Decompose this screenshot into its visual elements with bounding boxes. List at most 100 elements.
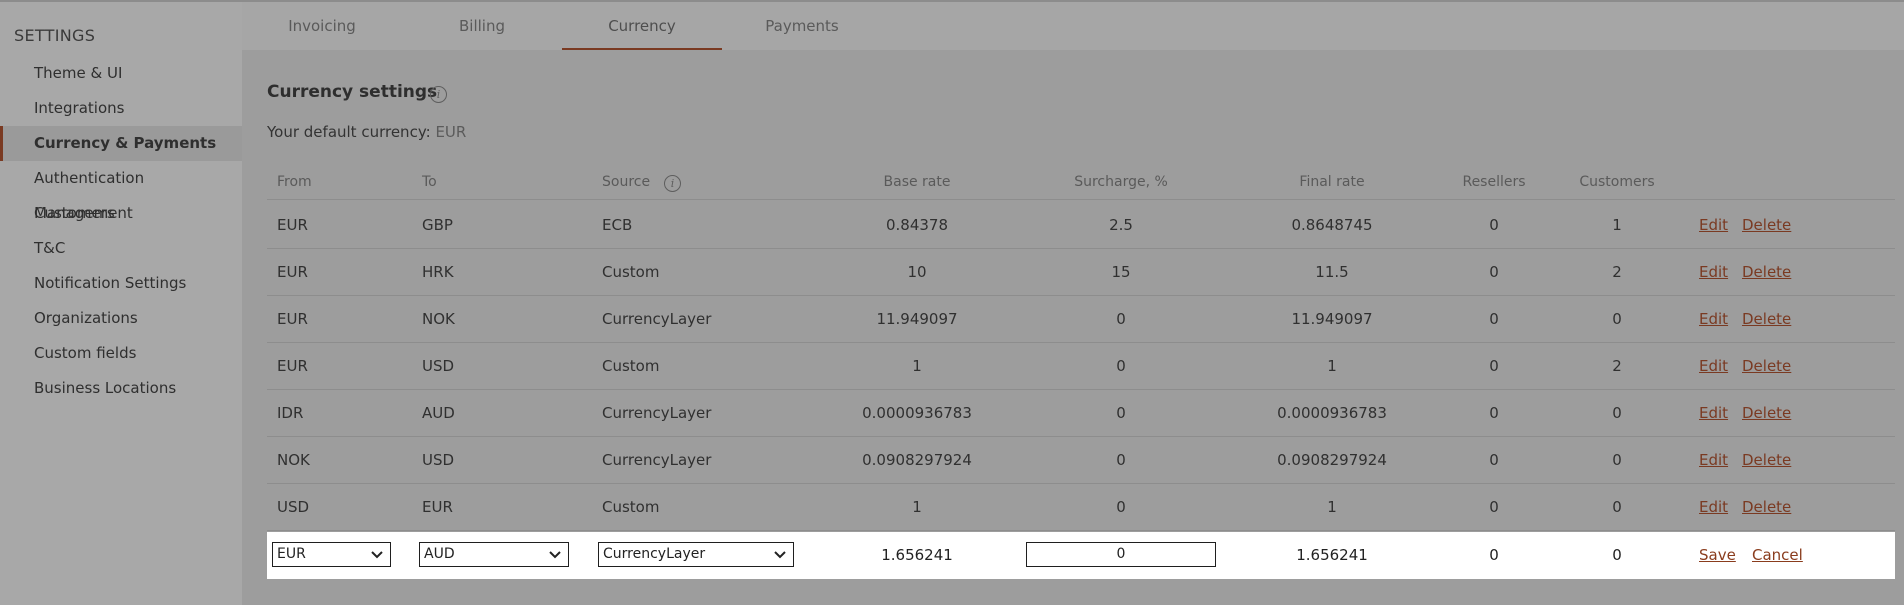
surcharge-input[interactable]: 0: [1026, 542, 1216, 567]
sidebar-item-terms-conditions[interactable]: T&C: [0, 231, 242, 266]
sidebar-item-notification-settings[interactable]: Notification Settings: [0, 266, 242, 301]
default-currency-value: EUR: [435, 123, 467, 141]
main-content: Currency settings i Your default currenc…: [242, 50, 1904, 605]
cell-base-rate: 0.84378: [885, 216, 949, 234]
cell-source: CurrencyLayer: [602, 451, 712, 469]
cell-final-rate: 1.656241: [1296, 546, 1368, 564]
cell-from: USD: [277, 498, 310, 516]
cell-base-rate: 1.656241: [881, 546, 953, 564]
sidebar-item-customers[interactable]: Customers: [0, 196, 242, 231]
save-link[interactable]: Save: [1699, 546, 1736, 564]
table-row: EUR HRK Custom 10 15 11.5 0 2 Edit Delet…: [267, 249, 1895, 296]
table-row: USD EUR Custom 1 0 1 0 0 Edit Delete: [267, 484, 1895, 531]
table-row: EUR NOK CurrencyLayer 11.949097 0 11.949…: [267, 296, 1895, 343]
edit-link[interactable]: Edit: [1699, 357, 1728, 375]
tab-currency[interactable]: Currency: [562, 2, 722, 50]
cell-to: HRK: [422, 263, 454, 281]
table-row: EUR USD Custom 1 0 1 0 2 Edit Delete: [267, 343, 1895, 390]
sidebar-item-integrations[interactable]: Integrations: [0, 91, 242, 126]
delete-link[interactable]: Delete: [1742, 404, 1791, 422]
sidebar-item-business-locations[interactable]: Business Locations: [0, 371, 242, 406]
header-source: Source: [602, 174, 651, 190]
sidebar-title: SETTINGS: [14, 26, 96, 45]
source-select[interactable]: CurrencyLayer: [598, 542, 794, 567]
cell-base-rate: 1: [912, 498, 922, 516]
sidebar-item-authentication-management[interactable]: Authentication Management: [0, 161, 242, 222]
cell-surcharge: 0: [1116, 357, 1126, 375]
default-currency-label: Your default currency:: [267, 123, 431, 141]
sidebar-item-custom-fields[interactable]: Custom fields: [0, 336, 242, 371]
cell-base-rate: 10: [907, 263, 927, 281]
edit-link[interactable]: Edit: [1699, 451, 1728, 469]
cell-to: USD: [422, 357, 455, 375]
cell-resellers: 0: [1489, 310, 1499, 328]
tab-billing[interactable]: Billing: [402, 2, 562, 50]
cell-customers: 0: [1612, 498, 1622, 516]
delete-link[interactable]: Delete: [1742, 216, 1791, 234]
default-currency-line: Your default currency: EUR: [267, 123, 466, 141]
delete-link[interactable]: Delete: [1742, 451, 1791, 469]
from-currency-value: EUR: [277, 546, 306, 562]
header-final-rate: Final rate: [1299, 174, 1365, 190]
settings-sidebar: SETTINGS Theme & UI Integrations Currenc…: [0, 2, 242, 605]
source-info-icon[interactable]: i: [664, 175, 681, 192]
delete-link[interactable]: Delete: [1742, 357, 1791, 375]
info-circle-icon[interactable]: i: [430, 86, 447, 103]
cell-source: CurrencyLayer: [602, 404, 712, 422]
delete-link[interactable]: Delete: [1742, 498, 1791, 516]
cell-base-rate: 0.0908297924: [862, 451, 972, 469]
cell-resellers: 0: [1489, 404, 1499, 422]
cell-surcharge: 0: [1116, 498, 1126, 516]
app-root: SETTINGS Theme & UI Integrations Currenc…: [0, 0, 1904, 605]
delete-link[interactable]: Delete: [1742, 310, 1791, 328]
cell-final-rate: 0.8648745: [1291, 216, 1373, 234]
cell-surcharge: 2.5: [1109, 216, 1133, 234]
cell-from: EUR: [277, 310, 308, 328]
cell-final-rate: 1: [1327, 498, 1337, 516]
table-row: NOK USD CurrencyLayer 0.0908297924 0 0.0…: [267, 437, 1895, 484]
sidebar-item-theme-ui[interactable]: Theme & UI: [0, 56, 242, 91]
table-row: IDR AUD CurrencyLayer 0.0000936783 0 0.0…: [267, 390, 1895, 437]
edit-link[interactable]: Edit: [1699, 404, 1728, 422]
cell-base-rate: 1: [912, 357, 922, 375]
cell-final-rate: 11.949097: [1291, 310, 1373, 328]
tab-invoicing[interactable]: Invoicing: [242, 2, 402, 50]
cell-surcharge: 0: [1116, 404, 1126, 422]
header-base-rate: Base rate: [883, 174, 951, 190]
cell-resellers: 0: [1489, 546, 1499, 564]
cell-customers: 0: [1612, 310, 1622, 328]
cell-resellers: 0: [1489, 451, 1499, 469]
new-rate-edit-row: EUR AUD CurrencyLayer 1.656241 0 1.65624…: [267, 532, 1895, 579]
header-surcharge: Surcharge, %: [1074, 174, 1168, 190]
delete-link[interactable]: Delete: [1742, 263, 1791, 281]
cell-resellers: 0: [1489, 216, 1499, 234]
from-currency-select[interactable]: EUR: [272, 542, 391, 567]
settings-tabs: Invoicing Billing Currency Payments: [242, 2, 1904, 50]
cell-surcharge: 0: [1116, 451, 1126, 469]
edit-link[interactable]: Edit: [1699, 216, 1728, 234]
chevron-down-icon: [549, 551, 561, 559]
cell-source: Custom: [602, 357, 660, 375]
sidebar-item-organizations[interactable]: Organizations: [0, 301, 242, 336]
sidebar-item-currency-payments[interactable]: Currency & Payments: [0, 126, 242, 161]
cell-resellers: 0: [1489, 357, 1499, 375]
cancel-link[interactable]: Cancel: [1752, 546, 1803, 564]
cell-to: NOK: [422, 310, 455, 328]
cell-to: AUD: [422, 404, 455, 422]
cell-source: Custom: [602, 263, 660, 281]
tab-payments[interactable]: Payments: [722, 2, 882, 50]
cell-resellers: 0: [1489, 498, 1499, 516]
edit-link[interactable]: Edit: [1699, 310, 1728, 328]
cell-to: USD: [422, 451, 455, 469]
cell-surcharge: 0: [1116, 310, 1126, 328]
cell-base-rate: 11.949097: [876, 310, 958, 328]
edit-link[interactable]: Edit: [1699, 263, 1728, 281]
cell-from: NOK: [277, 451, 310, 469]
edit-link[interactable]: Edit: [1699, 498, 1728, 516]
to-currency-select[interactable]: AUD: [419, 542, 569, 567]
cell-from: EUR: [277, 216, 308, 234]
header-customers: Customers: [1579, 174, 1655, 190]
cell-from: EUR: [277, 357, 308, 375]
cell-customers: 0: [1612, 404, 1622, 422]
section-title: Currency settings: [267, 82, 438, 102]
